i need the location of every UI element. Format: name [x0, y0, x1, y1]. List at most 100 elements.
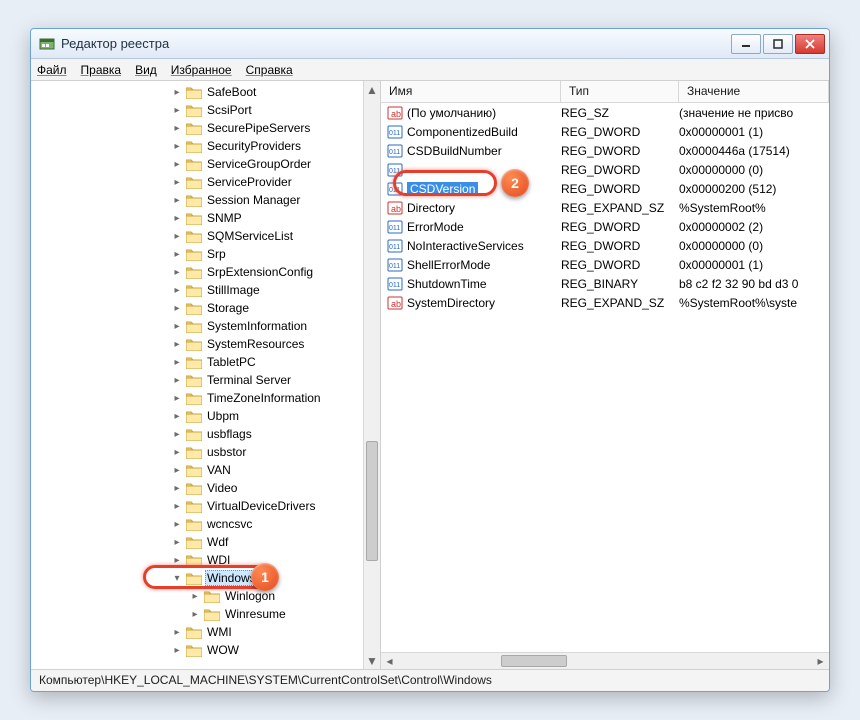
- menu-edit[interactable]: Правка: [81, 63, 122, 77]
- folder-icon: [186, 302, 202, 315]
- expand-icon[interactable]: ▸: [171, 501, 183, 512]
- value-row[interactable]: 011CSDVersionREG_DWORD0x00000200 (512): [381, 179, 829, 198]
- expand-icon[interactable]: ▸: [171, 195, 183, 206]
- value-row[interactable]: 011ShutdownTimeREG_BINARYb8 c2 f2 32 90 …: [381, 274, 829, 293]
- expand-icon[interactable]: ▸: [171, 537, 183, 548]
- col-value[interactable]: Значение: [679, 81, 829, 102]
- expand-icon[interactable]: ▸: [189, 609, 201, 620]
- maximize-button[interactable]: [763, 34, 793, 54]
- value-row[interactable]: 011REG_DWORD0x00000000 (0): [381, 160, 829, 179]
- value-name: NoInteractiveServices: [407, 239, 524, 253]
- scroll-left-icon[interactable]: ◂: [381, 653, 398, 669]
- expand-icon[interactable]: ▸: [171, 105, 183, 116]
- tree-node[interactable]: ▸Storage: [31, 299, 363, 317]
- tree-node[interactable]: ▸SNMP: [31, 209, 363, 227]
- expand-icon[interactable]: ▸: [171, 249, 183, 260]
- tree-node[interactable]: ▸Session Manager: [31, 191, 363, 209]
- scroll-up-icon[interactable]: ▲: [364, 81, 380, 98]
- tree-node[interactable]: ▸WMI: [31, 623, 363, 641]
- tree-node[interactable]: ▸Video: [31, 479, 363, 497]
- expand-icon[interactable]: ▸: [171, 141, 183, 152]
- expand-icon[interactable]: ▸: [171, 159, 183, 170]
- expand-icon[interactable]: ▸: [171, 465, 183, 476]
- tree-node[interactable]: ▸SrpExtensionConfig: [31, 263, 363, 281]
- expand-icon[interactable]: ▾: [171, 573, 183, 584]
- menu-help[interactable]: Справка: [246, 63, 293, 77]
- tree-node[interactable]: ▸Terminal Server: [31, 371, 363, 389]
- value-row[interactable]: 011ErrorModeREG_DWORD0x00000002 (2): [381, 217, 829, 236]
- tree-node[interactable]: ▸SystemResources: [31, 335, 363, 353]
- expand-icon[interactable]: ▸: [171, 555, 183, 566]
- expand-icon[interactable]: ▸: [171, 177, 183, 188]
- expand-icon[interactable]: ▸: [171, 357, 183, 368]
- value-row[interactable]: ab(По умолчанию)REG_SZ(значение не присв…: [381, 103, 829, 122]
- menu-file[interactable]: Файл: [37, 63, 67, 77]
- expand-icon[interactable]: ▸: [171, 321, 183, 332]
- col-name[interactable]: Имя: [381, 81, 561, 102]
- value-row[interactable]: 011NoInteractiveServicesREG_DWORD0x00000…: [381, 236, 829, 255]
- expand-icon[interactable]: ▸: [171, 303, 183, 314]
- scroll-down-icon[interactable]: ▼: [364, 652, 380, 669]
- tree-scrollbar[interactable]: ▲ ▼: [363, 81, 380, 669]
- tree-node[interactable]: ▸VAN: [31, 461, 363, 479]
- registry-tree[interactable]: ▸SafeBoot ▸ ScsiPort ▸SecurePipeServers▸Sec…: [31, 81, 363, 669]
- col-type[interactable]: Тип: [561, 81, 679, 102]
- value-list[interactable]: ab(По умолчанию)REG_SZ(значение не присв…: [381, 103, 829, 652]
- expand-icon[interactable]: ▸: [171, 231, 183, 242]
- close-button[interactable]: [795, 34, 825, 54]
- menu-favorites[interactable]: Избранное: [171, 63, 232, 77]
- tree-node[interactable]: ▸Srp: [31, 245, 363, 263]
- expand-icon[interactable]: ▸: [171, 267, 183, 278]
- expand-icon[interactable]: ▸: [171, 645, 183, 656]
- value-row[interactable]: abDirectoryREG_EXPAND_SZ%SystemRoot%: [381, 198, 829, 217]
- tree-node[interactable]: ▸SystemInformation: [31, 317, 363, 335]
- expand-icon[interactable]: ▸: [171, 393, 183, 404]
- tree-node[interactable]: ▸WOW: [31, 641, 363, 659]
- tree-node[interactable]: ▸SafeBoot: [31, 83, 363, 101]
- tree-node[interactable]: ▸ServiceProvider: [31, 173, 363, 191]
- tree-node[interactable]: ▸SecurityProviders: [31, 137, 363, 155]
- scroll-thumb[interactable]: [366, 441, 378, 561]
- value-row[interactable]: abSystemDirectoryREG_EXPAND_SZ%SystemRoo…: [381, 293, 829, 312]
- expand-icon[interactable]: ▸: [189, 591, 201, 602]
- value-row[interactable]: 011CSDBuildNumberREG_DWORD0x0000446a (17…: [381, 141, 829, 160]
- tree-node[interactable]: ▸wcncsvc: [31, 515, 363, 533]
- value-row[interactable]: 011ShellErrorModeREG_DWORD0x00000001 (1): [381, 255, 829, 274]
- tree-node[interactable]: ▸usbflags: [31, 425, 363, 443]
- tree-node[interactable]: ▸ ScsiPort: [31, 101, 363, 119]
- tree-node[interactable]: ▸WDI: [31, 551, 363, 569]
- menu-view[interactable]: Вид: [135, 63, 157, 77]
- hscroll-thumb[interactable]: [501, 655, 567, 667]
- tree-node[interactable]: ▸ServiceGroupOrder: [31, 155, 363, 173]
- tree-node[interactable]: ▸usbstor: [31, 443, 363, 461]
- value-row[interactable]: 011ComponentizedBuildREG_DWORD0x00000001…: [381, 122, 829, 141]
- tree-node[interactable]: ▸StillImage: [31, 281, 363, 299]
- expand-icon[interactable]: ▸: [171, 285, 183, 296]
- tree-node[interactable]: ▸TabletPC: [31, 353, 363, 371]
- tree-node[interactable]: ▸SQMServiceList: [31, 227, 363, 245]
- tree-node-label: ScsiPort: [205, 103, 254, 117]
- expand-icon[interactable]: ▸: [171, 213, 183, 224]
- tree-node[interactable]: ▸Winlogon: [31, 587, 363, 605]
- tree-node[interactable]: ▾Windows: [31, 569, 363, 587]
- expand-icon[interactable]: ▸: [171, 447, 183, 458]
- expand-icon[interactable]: ▸: [171, 627, 183, 638]
- expand-icon[interactable]: ▸: [171, 375, 183, 386]
- tree-node[interactable]: ▸Winresume: [31, 605, 363, 623]
- tree-node[interactable]: ▸TimeZoneInformation: [31, 389, 363, 407]
- tree-node[interactable]: ▸SecurePipeServers: [31, 119, 363, 137]
- expand-icon[interactable]: ▸: [171, 483, 183, 494]
- list-hscrollbar[interactable]: ◂ ▸: [381, 652, 829, 669]
- minimize-button[interactable]: [731, 34, 761, 54]
- scroll-right-icon[interactable]: ▸: [812, 653, 829, 669]
- tree-node[interactable]: ▸VirtualDeviceDrivers: [31, 497, 363, 515]
- expand-icon[interactable]: ▸: [171, 339, 183, 350]
- tree-node[interactable]: ▸Wdf: [31, 533, 363, 551]
- expand-icon[interactable]: ▸: [171, 411, 183, 422]
- tree-node[interactable]: ▸Ubpm: [31, 407, 363, 425]
- expand-icon[interactable]: ▸: [171, 429, 183, 440]
- titlebar[interactable]: Редактор реестра: [31, 29, 829, 59]
- expand-icon[interactable]: ▸: [171, 519, 183, 530]
- expand-icon[interactable]: ▸: [171, 87, 183, 98]
- expand-icon[interactable]: ▸: [171, 123, 183, 134]
